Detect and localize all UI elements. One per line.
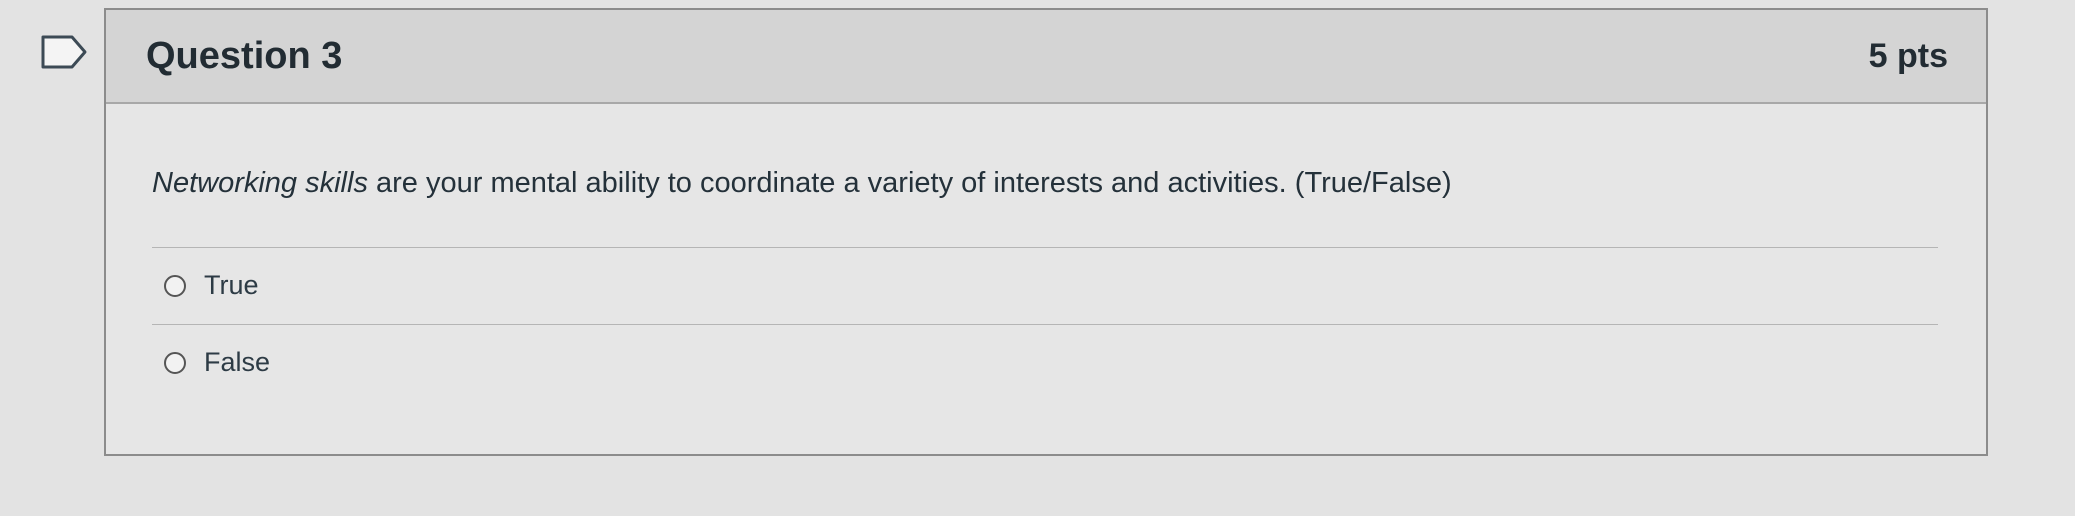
flag-question-icon[interactable] — [40, 34, 88, 70]
answer-label: False — [204, 347, 271, 378]
answer-false[interactable]: False — [152, 325, 1938, 401]
question-header: Question 3 5 pts — [106, 10, 1986, 104]
question-text-emphasis: Networking skills — [152, 167, 368, 199]
answer-label: True — [204, 270, 259, 301]
question-text-rest: are your mental ability to coordinate a … — [367, 167, 1452, 199]
question-body: Networking skills are your mental abilit… — [106, 104, 1986, 401]
question-text: Networking skills are your mental abilit… — [152, 166, 1938, 201]
radio-false[interactable] — [164, 351, 186, 374]
radio-true[interactable] — [164, 274, 186, 297]
question-points: 5 pts — [1868, 36, 1948, 75]
answer-list: True False — [152, 246, 1938, 401]
answer-true[interactable]: True — [152, 248, 1938, 325]
question-title: Question 3 — [146, 34, 343, 77]
question-card: Question 3 5 pts Networking skills are y… — [104, 8, 1988, 456]
